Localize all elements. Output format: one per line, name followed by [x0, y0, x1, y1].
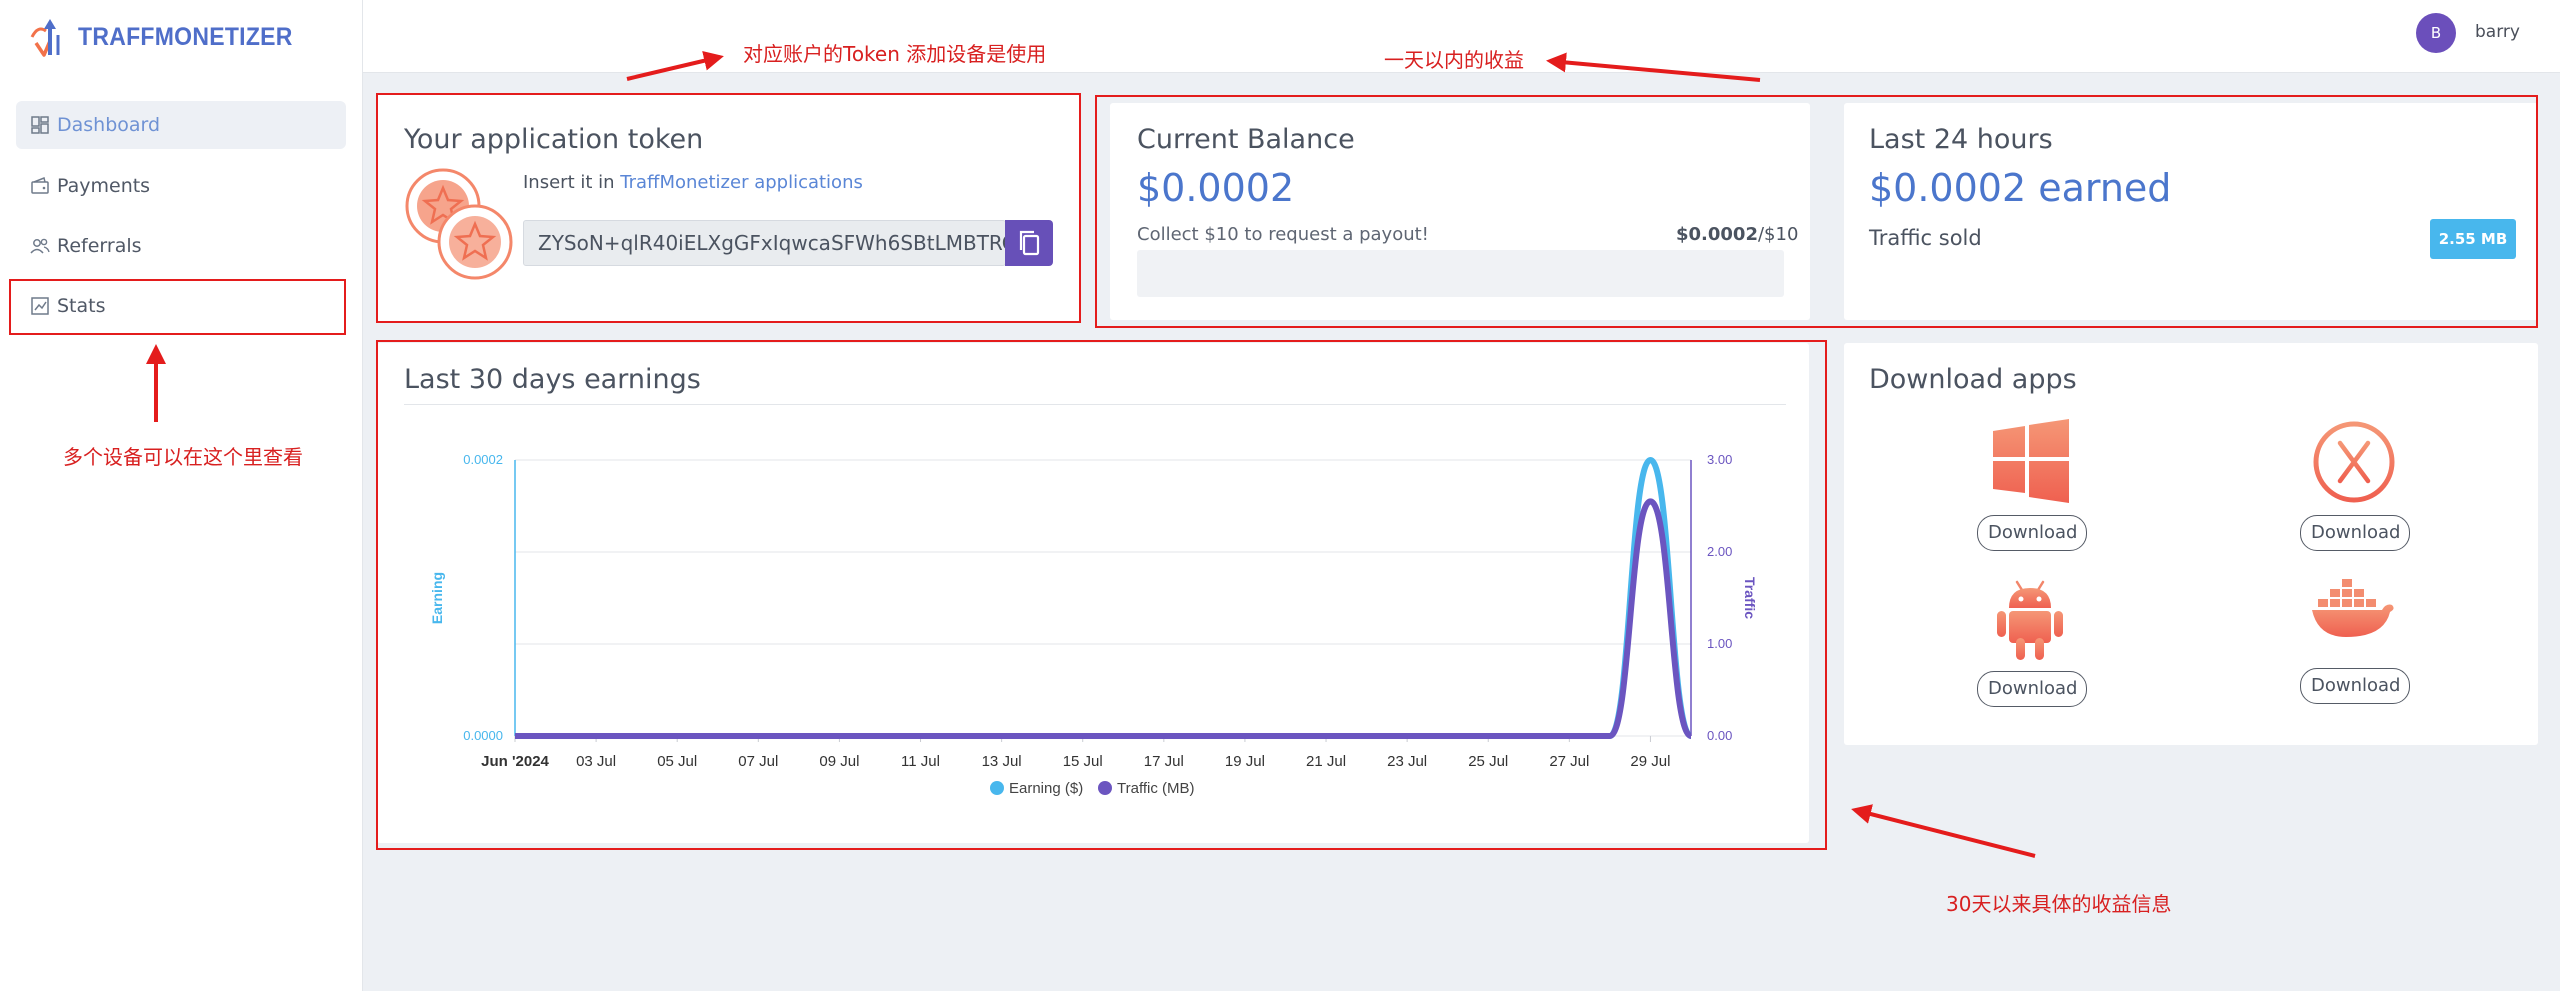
annotation-last24-text: 一天以内的收益	[1384, 48, 1524, 72]
arrow-last24	[1546, 52, 1761, 82]
annotation-earnings-text: 30天以来具体的收益信息	[1946, 892, 2172, 916]
arrow-earnings	[1851, 804, 2036, 858]
annotation-stats-text: 多个设备可以在这个里查看	[63, 445, 303, 469]
annotation-arrows	[146, 50, 2036, 858]
annotation-token-text: 对应账户的Token 添加设备是使用	[743, 42, 1047, 66]
arrow-token	[626, 50, 724, 81]
